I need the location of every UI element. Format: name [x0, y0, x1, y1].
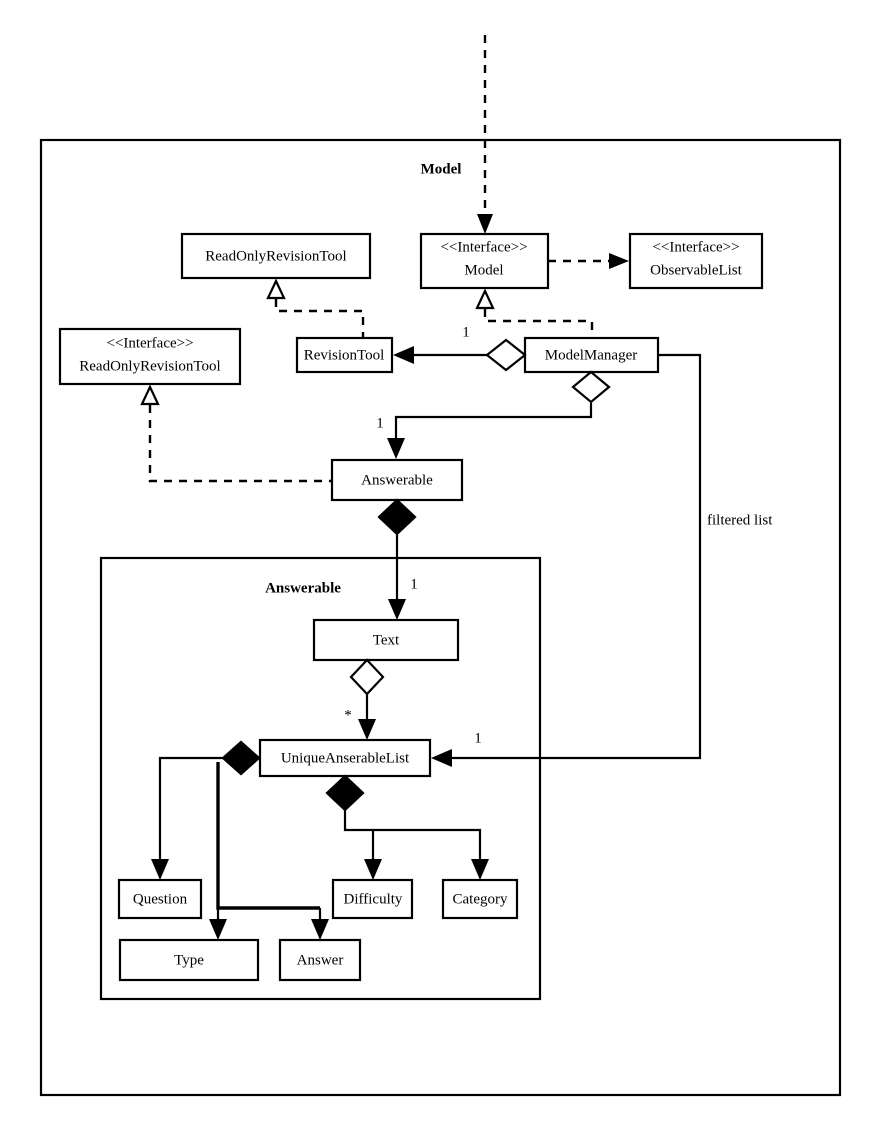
- model-manager-class-label: ModelManager: [545, 347, 637, 363]
- model-manager-answerable-aggregation-diamond: [571, 370, 611, 404]
- answerable-class-label: Answerable: [361, 472, 433, 488]
- revision-tool-realization-triangle: [266, 278, 286, 300]
- model-interface-stereotype: <<Interface>>: [440, 239, 527, 255]
- multiplicity-text-unique-list: *: [344, 707, 352, 723]
- incoming-dependency-arrowhead: [477, 214, 493, 234]
- unique-list-to-type-answer-trunk: [216, 762, 320, 910]
- unique-anserable-list-class-label: UniqueAnserableList: [281, 750, 410, 766]
- unique-list-to-category-arrowhead: [471, 859, 489, 880]
- model-manager-to-answerable-line: [394, 403, 593, 445]
- model-package-title: Model: [421, 161, 462, 177]
- uml-canvas: Model ReadOnlyRevisionTool <<Interface>>…: [39, 35, 842, 1097]
- type-class-label: Type: [174, 952, 204, 968]
- multiplicity-model-manager-answerable: 1: [376, 415, 384, 431]
- filtered-list-annotation: filtered list: [707, 512, 773, 528]
- read-only-revision-tool-class-label: ReadOnlyRevisionTool: [205, 248, 346, 264]
- model-manager-realization-triangle: [475, 288, 495, 310]
- unique-list-to-question-arrowhead: [151, 859, 169, 880]
- uml-class-diagram: Model ReadOnlyRevisionTool <<Interface>>…: [0, 0, 880, 1140]
- multiplicity-model-manager-unique-list: 1: [474, 730, 482, 746]
- answerable-realization-line: [148, 405, 331, 483]
- multiplicity-model-manager-revision-tool: 1: [462, 324, 470, 340]
- text-unique-list-aggregation-diamond: [349, 658, 385, 696]
- read-only-revision-tool-interface-stereotype: <<Interface>>: [106, 335, 193, 351]
- model-manager-to-answerable-arrowhead: [387, 438, 405, 459]
- multiplicity-answerable-text: 1: [410, 576, 418, 592]
- revision-tool-class-label: RevisionTool: [304, 347, 385, 363]
- unique-list-to-category-line: [343, 810, 482, 866]
- model-manager-to-revision-tool-arrowhead: [393, 346, 414, 364]
- unique-list-to-difficulty-arrowhead: [364, 859, 382, 880]
- model-interface-label: Model: [464, 262, 503, 278]
- unique-list-bottom-composition-diamond: [325, 774, 365, 812]
- read-only-revision-tool-interface-label: ReadOnlyRevisionTool: [79, 358, 220, 374]
- observable-list-interface-stereotype: <<Interface>>: [652, 239, 739, 255]
- unique-list-to-type-arrowhead: [209, 919, 227, 940]
- filtered-list-association-line: [448, 353, 702, 760]
- model-to-observablelist-arrowhead: [609, 253, 629, 269]
- observable-list-interface-label: ObservableList: [650, 262, 742, 278]
- category-class-label: Category: [453, 891, 508, 907]
- answer-class-label: Answer: [297, 952, 344, 968]
- answerable-text-composition-diamond: [377, 498, 417, 536]
- model-manager-revision-tool-aggregation-diamond: [485, 338, 527, 372]
- unique-list-left-composition-diamond: [221, 740, 261, 776]
- model-manager-realization-line: [483, 309, 594, 337]
- unique-list-to-question-line: [158, 756, 223, 866]
- text-class-label: Text: [373, 632, 400, 648]
- answerable-package-title: Answerable: [265, 580, 341, 596]
- filtered-list-arrowhead: [431, 749, 452, 767]
- question-class-label: Question: [133, 891, 188, 907]
- answerable-realization-triangle: [140, 384, 160, 406]
- answerable-to-text-arrowhead: [388, 599, 406, 620]
- revision-tool-realization-line: [274, 299, 365, 337]
- unique-list-to-answer-arrowhead: [311, 919, 329, 940]
- text-to-unique-list-arrowhead: [358, 719, 376, 740]
- difficulty-class-label: Difficulty: [344, 891, 403, 907]
